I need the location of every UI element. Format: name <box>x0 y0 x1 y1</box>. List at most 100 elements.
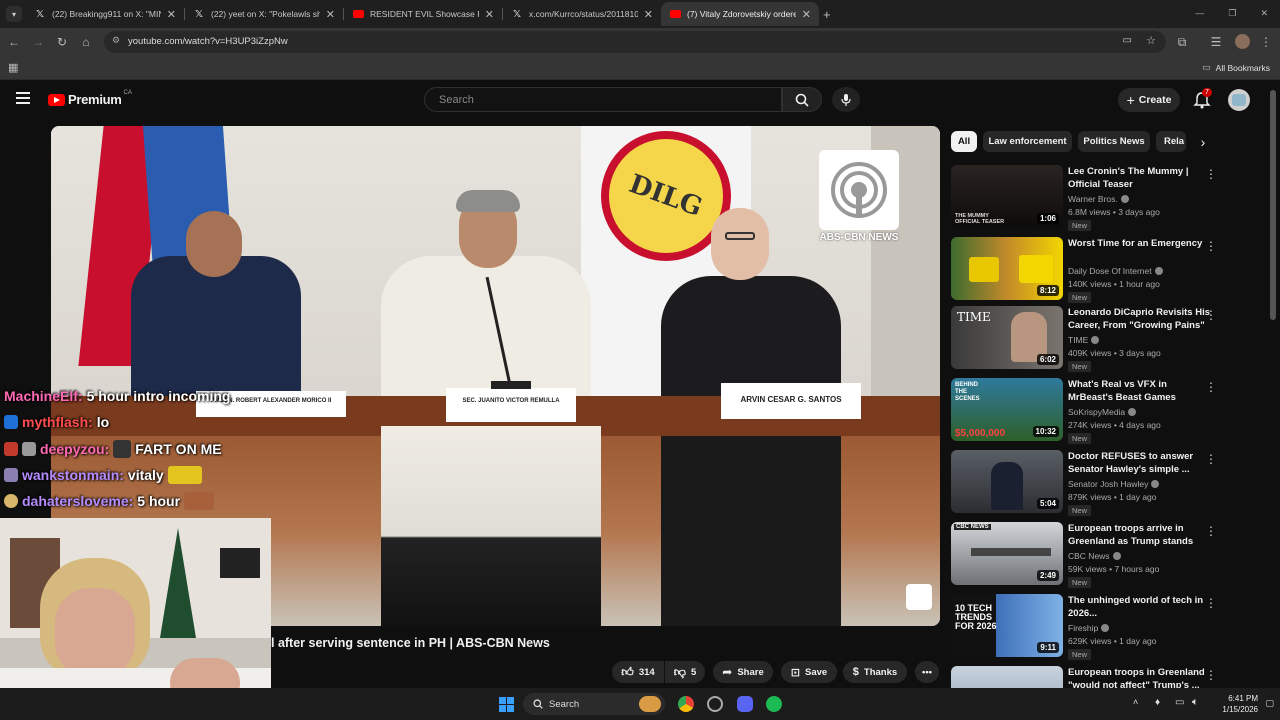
chip-politics-news[interactable]: Politics News <box>1078 131 1150 152</box>
tray-microphone-icon[interactable]: ♦ <box>1155 697 1160 708</box>
more-vert-icon[interactable]: ⋮ <box>1205 239 1217 253</box>
recommendation-title[interactable]: The unhinged world of tech in 2026... <box>1068 594 1210 620</box>
recommendation-7[interactable]: 10 TECH TRENDS FOR 2026 9:11 The unhinge… <box>951 594 1221 660</box>
browser-tab-4[interactable]: 𝕏 x.com/Kurrco/status/20118108 ✕ <box>503 2 661 26</box>
voice-search-button[interactable] <box>832 87 860 112</box>
reading-list-icon[interactable]: ☰ <box>1208 34 1224 50</box>
chrome-icon[interactable] <box>678 696 694 712</box>
browser-tab-3[interactable]: RESIDENT EVIL Showcase Featu ✕ <box>344 2 502 26</box>
reload-icon[interactable]: ↻ <box>54 34 70 50</box>
recommendation-8[interactable]: European troops in Greenland "would not … <box>951 666 1221 688</box>
save-button[interactable]: ⊡ Save <box>781 661 837 683</box>
recommendation-6[interactable]: CBC NEWS 2:49 European troops arrive in … <box>951 522 1221 588</box>
close-window-icon[interactable]: ✕ <box>1260 8 1268 19</box>
site-info-icon[interactable]: ⚙ <box>112 35 120 46</box>
close-icon[interactable]: ✕ <box>485 8 494 21</box>
channel-name[interactable]: Warner Bros. <box>1068 194 1129 204</box>
recommendation-title[interactable]: European troops arrive in Greenland as T… <box>1068 522 1210 549</box>
channel-name[interactable]: Daily Dose Of Internet <box>1068 266 1163 276</box>
recommendation-title[interactable]: What's Real vs VFX in MrBeast's Beast Ga… <box>1068 378 1210 404</box>
channel-name[interactable]: TIME <box>1068 335 1100 345</box>
recommendation-1[interactable]: THE MUMMY OFFICIAL TEASER 1:06 Lee Croni… <box>951 165 1221 231</box>
home-icon[interactable]: ⌂ <box>78 34 94 50</box>
channel-name[interactable]: Fireship <box>1068 623 1110 633</box>
video-thumbnail[interactable]: 8:12 <box>951 237 1063 300</box>
forward-icon[interactable]: → <box>30 34 46 50</box>
account-avatar[interactable] <box>1228 89 1250 111</box>
tray-chevron-up-icon[interactable]: ˄ <box>1133 697 1138 707</box>
search-button[interactable] <box>782 87 822 112</box>
notification-center-icon[interactable]: ▢ <box>1265 698 1274 709</box>
share-button[interactable]: ➦ Share <box>713 661 773 683</box>
windows-start-icon[interactable] <box>499 697 514 712</box>
youtube-premium-logo[interactable]: Premium CA <box>48 90 132 107</box>
browser-tab-1[interactable]: 𝕏 (22) Breakingg911 on X: "MINNE ✕ <box>26 2 184 26</box>
search-box[interactable] <box>424 87 782 112</box>
more-vert-icon[interactable]: ⋮ <box>1205 167 1217 181</box>
cast-icon[interactable]: ▭ <box>1123 35 1132 46</box>
tab-search-button[interactable]: ▾ <box>6 6 22 22</box>
more-vert-icon[interactable]: ⋮ <box>1205 668 1217 682</box>
back-icon[interactable]: ← <box>6 34 22 50</box>
recommendation-title[interactable]: Doctor REFUSES to answer Senator Hawley'… <box>1068 450 1210 476</box>
more-vert-icon[interactable]: ⋮ <box>1258 34 1274 50</box>
more-actions-button[interactable]: ••• <box>915 661 939 683</box>
address-bar[interactable]: ⚙ youtube.com/watch?v=H3UP3iZzpNw ▭ ☆ <box>104 31 1166 53</box>
spotify-icon[interactable] <box>766 696 782 712</box>
taskbar-search[interactable]: Search <box>523 693 665 715</box>
thanks-button[interactable]: $ Thanks <box>843 661 907 683</box>
more-vert-icon[interactable]: ⋮ <box>1205 524 1217 538</box>
recommendation-5[interactable]: 5:04 Doctor REFUSES to answer Senator Ha… <box>951 450 1221 516</box>
video-thumbnail[interactable]: THE MUMMY OFFICIAL TEASER 1:06 <box>951 165 1063 228</box>
all-bookmarks-button[interactable]: ▭ All Bookmarks <box>1202 62 1270 73</box>
close-icon[interactable]: ✕ <box>167 8 176 21</box>
new-tab-button[interactable]: + <box>823 7 831 22</box>
close-icon[interactable]: ✕ <box>644 8 653 21</box>
chip-all[interactable]: All <box>951 131 977 152</box>
obs-icon[interactable] <box>707 696 723 712</box>
page-scrollbar[interactable] <box>1270 90 1276 320</box>
more-vert-icon[interactable]: ⋮ <box>1205 308 1217 322</box>
maximize-icon[interactable]: ❐ <box>1228 8 1236 19</box>
recommendation-2[interactable]: 8:12 Worst Time for an Emergency Daily D… <box>951 237 1221 303</box>
recommendation-4[interactable]: BEHIND THE SCENES $5,000,000 10:32 What'… <box>951 378 1221 444</box>
volume-icon[interactable]: 🔈︎ <box>1192 696 1199 709</box>
more-vert-icon[interactable]: ⋮ <box>1205 452 1217 466</box>
chip-law-enforcement[interactable]: Law enforcement <box>983 131 1072 152</box>
recommendation-title[interactable]: Lee Cronin's The Mummy | Official Teaser <box>1068 165 1210 191</box>
browser-tab-5-active[interactable]: (7) Vitaly Zdorovetskiy ordered ✕ <box>661 2 819 26</box>
video-thumbnail[interactable]: CBC NEWS 2:49 <box>951 522 1063 585</box>
close-icon[interactable]: ✕ <box>802 8 811 21</box>
browser-tab-2[interactable]: 𝕏 (22) yeet on X: "Pokelawls shou ✕ <box>185 2 343 26</box>
profile-avatar[interactable] <box>1235 34 1250 49</box>
recommendation-title[interactable]: Worst Time for an Emergency <box>1068 237 1210 250</box>
more-vert-icon[interactable]: ⋮ <box>1205 596 1217 610</box>
video-thumbnail[interactable]: 10 TECH TRENDS FOR 2026 9:11 <box>951 594 1063 657</box>
minimize-icon[interactable]: — <box>1195 8 1204 19</box>
close-icon[interactable]: ✕ <box>326 8 335 21</box>
channel-name[interactable]: SoKrispyMedia <box>1068 407 1137 417</box>
more-vert-icon[interactable]: ⋮ <box>1205 380 1217 394</box>
dislike-button[interactable]: 👎︎ 5 <box>665 661 705 683</box>
video-thumbnail[interactable] <box>951 666 1063 688</box>
like-button[interactable]: 👍︎ 314 <box>612 661 664 683</box>
create-button[interactable]: + Create <box>1118 88 1180 112</box>
hamburger-menu-icon[interactable] <box>16 92 30 104</box>
discord-icon[interactable] <box>737 696 753 712</box>
network-icon[interactable]: ▭ <box>1175 697 1184 708</box>
search-input[interactable] <box>425 88 781 112</box>
apps-grid-icon[interactable]: ▦ <box>8 61 18 74</box>
taskbar-clock[interactable]: 6:41 PM 1/15/2026 <box>1222 693 1258 715</box>
video-thumbnail[interactable]: BEHIND THE SCENES $5,000,000 10:32 <box>951 378 1063 441</box>
chip-related[interactable]: Rela <box>1156 131 1186 152</box>
video-thumbnail[interactable]: TIME 6:02 <box>951 306 1063 369</box>
recommendation-title[interactable]: Leonardo DiCaprio Revisits His Career, F… <box>1068 306 1210 333</box>
channel-name[interactable]: Senator Josh Hawley <box>1068 479 1160 489</box>
extensions-icon[interactable]: ⧉ <box>1174 34 1190 50</box>
recommendation-3[interactable]: TIME 6:02 Leonardo DiCaprio Revisits His… <box>951 306 1221 372</box>
chevron-right-icon[interactable]: › <box>1192 131 1214 152</box>
channel-name[interactable]: CBC News <box>1068 551 1121 561</box>
bookmark-star-icon[interactable]: ☆ <box>1146 34 1156 47</box>
url-text[interactable]: youtube.com/watch?v=H3UP3iZzpNw <box>128 36 288 47</box>
video-thumbnail[interactable]: 5:04 <box>951 450 1063 513</box>
